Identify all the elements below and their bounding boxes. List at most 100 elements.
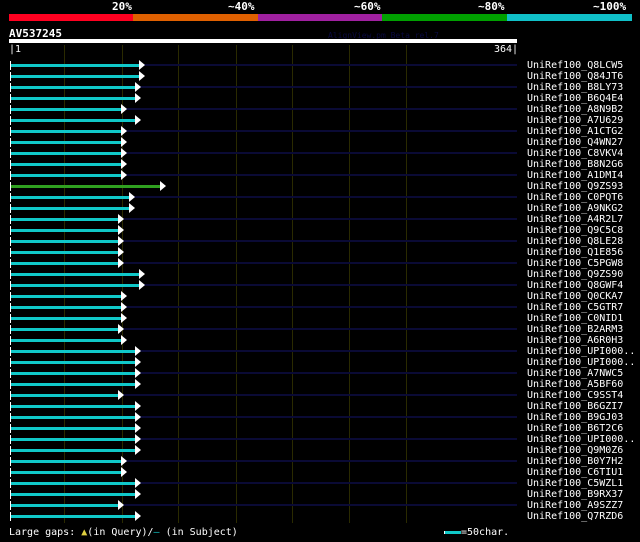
hit-label[interactable]: UniRef100_B2ARM3 xyxy=(527,324,623,335)
hit-bar[interactable] xyxy=(11,207,130,210)
hit-bar[interactable] xyxy=(11,174,121,177)
hit-label[interactable]: UniRef100_B8N2G6 xyxy=(527,159,623,170)
hit-row[interactable]: UniRef100_B8N2G6 xyxy=(0,159,640,170)
hit-bar[interactable] xyxy=(11,75,139,78)
hit-bar[interactable] xyxy=(11,130,121,133)
hit-label[interactable]: UniRef100_Q8LE28 xyxy=(527,236,623,247)
hit-row[interactable]: UniRef100_A9SZZ7 xyxy=(0,500,640,511)
hit-bar[interactable] xyxy=(11,449,135,452)
hit-label[interactable]: UniRef100_Q7RZD6 xyxy=(527,511,623,522)
hit-bar[interactable] xyxy=(11,119,135,122)
hit-bar[interactable] xyxy=(11,163,121,166)
hit-bar[interactable] xyxy=(11,383,135,386)
hit-label[interactable]: UniRef100_Q8LCW5 xyxy=(527,60,623,71)
hit-label[interactable]: UniRef100_A9SZZ7 xyxy=(527,500,623,511)
hit-label[interactable]: UniRef100_A7NWC5 xyxy=(527,368,623,379)
hit-row[interactable]: UniRef100_B2ARM3 xyxy=(0,324,640,335)
hit-row[interactable]: UniRef100_C5GTR7 xyxy=(0,302,640,313)
hit-bar[interactable] xyxy=(11,218,118,221)
hit-label[interactable]: UniRef100_B9RX37 xyxy=(527,489,623,500)
hit-bar[interactable] xyxy=(11,328,118,331)
hit-bar[interactable] xyxy=(11,317,121,320)
hit-label[interactable]: UniRef100_B8LY73 xyxy=(527,82,623,93)
hit-label[interactable]: UniRef100_C9SST4 xyxy=(527,390,623,401)
hit-row[interactable]: UniRef100_Q7RZD6 xyxy=(0,511,640,522)
hit-label[interactable]: UniRef100_Q9ZS90 xyxy=(527,269,623,280)
hit-label[interactable]: UniRef100_A1CTG2 xyxy=(527,126,623,137)
hit-bar[interactable] xyxy=(11,438,135,441)
hit-label[interactable]: UniRef100_A4R2L7 xyxy=(527,214,623,225)
hit-label[interactable]: UniRef100_Q9C5C8 xyxy=(527,225,623,236)
hit-row[interactable]: UniRef100_B0Y7H2 xyxy=(0,456,640,467)
hit-row[interactable]: UniRef100_C8VKV4 xyxy=(0,148,640,159)
hit-row[interactable]: UniRef100_Q84JT6 xyxy=(0,71,640,82)
hit-row[interactable]: UniRef100_B6GZI7 xyxy=(0,401,640,412)
hit-bar[interactable] xyxy=(11,372,135,375)
hit-bar[interactable] xyxy=(11,86,135,89)
hit-label[interactable]: UniRef100_A5BF60 xyxy=(527,379,623,390)
hit-label[interactable]: UniRef100_C5WZL1 xyxy=(527,478,623,489)
hit-label[interactable]: UniRef100_UPI000.. xyxy=(527,346,635,357)
hit-row[interactable]: UniRef100_B6Q4E4 xyxy=(0,93,640,104)
hit-row[interactable]: UniRef100_C0NID1 xyxy=(0,313,640,324)
hit-row[interactable]: UniRef100_A1CTG2 xyxy=(0,126,640,137)
hit-bar[interactable] xyxy=(11,196,130,199)
hit-bar[interactable] xyxy=(11,306,121,309)
hit-label[interactable]: UniRef100_A1DMI4 xyxy=(527,170,623,181)
hit-bar[interactable] xyxy=(11,240,118,243)
hit-bar[interactable] xyxy=(11,64,139,67)
hit-row[interactable]: UniRef100_Q0CKA7 xyxy=(0,291,640,302)
hit-bar[interactable] xyxy=(11,185,160,188)
hit-bar[interactable] xyxy=(11,339,121,342)
hit-row[interactable]: UniRef100_C5PGW8 xyxy=(0,258,640,269)
hit-row[interactable]: UniRef100_C0PQT6 xyxy=(0,192,640,203)
hit-label[interactable]: UniRef100_B6GZI7 xyxy=(527,401,623,412)
hit-label[interactable]: UniRef100_Q8GWF4 xyxy=(527,280,623,291)
hit-row[interactable]: UniRef100_A8N9B2 xyxy=(0,104,640,115)
hit-label[interactable]: UniRef100_C5PGW8 xyxy=(527,258,623,269)
hit-bar[interactable] xyxy=(11,361,135,364)
hit-bar[interactable] xyxy=(11,152,121,155)
hit-row[interactable]: UniRef100_Q1E856 xyxy=(0,247,640,258)
hit-row[interactable]: UniRef100_Q8LCW5 xyxy=(0,60,640,71)
hit-label[interactable]: UniRef100_Q0CKA7 xyxy=(527,291,623,302)
hit-row[interactable]: UniRef100_UPI000.. xyxy=(0,434,640,445)
hit-label[interactable]: UniRef100_A9NKG2 xyxy=(527,203,623,214)
hit-row[interactable]: UniRef100_Q9ZS90 xyxy=(0,269,640,280)
hit-bar[interactable] xyxy=(11,405,135,408)
hit-bar[interactable] xyxy=(11,504,118,507)
hit-label[interactable]: UniRef100_C5GTR7 xyxy=(527,302,623,313)
hit-bar[interactable] xyxy=(11,482,135,485)
hit-bar[interactable] xyxy=(11,141,121,144)
hit-label[interactable]: UniRef100_B6Q4E4 xyxy=(527,93,623,104)
hit-bar[interactable] xyxy=(11,350,135,353)
hit-row[interactable]: UniRef100_A4R2L7 xyxy=(0,214,640,225)
hit-bar[interactable] xyxy=(11,416,135,419)
hit-label[interactable]: UniRef100_C8VKV4 xyxy=(527,148,623,159)
hit-bar[interactable] xyxy=(11,295,121,298)
hit-bar[interactable] xyxy=(11,273,139,276)
hit-bar[interactable] xyxy=(11,262,118,265)
hit-bar[interactable] xyxy=(11,515,135,518)
hit-row[interactable]: UniRef100_A9NKG2 xyxy=(0,203,640,214)
hit-label[interactable]: UniRef100_A8N9B2 xyxy=(527,104,623,115)
hit-row[interactable]: UniRef100_Q8GWF4 xyxy=(0,280,640,291)
hit-bar[interactable] xyxy=(11,427,135,430)
hit-label[interactable]: UniRef100_B9GJ03 xyxy=(527,412,623,423)
hit-row[interactable]: UniRef100_A5BF60 xyxy=(0,379,640,390)
hit-row[interactable]: UniRef100_Q8LE28 xyxy=(0,236,640,247)
hit-row[interactable]: UniRef100_B8LY73 xyxy=(0,82,640,93)
hit-row[interactable]: UniRef100_A7U629 xyxy=(0,115,640,126)
hit-label[interactable]: UniRef100_C0NID1 xyxy=(527,313,623,324)
hit-bar[interactable] xyxy=(11,284,139,287)
hit-label[interactable]: UniRef100_C0PQT6 xyxy=(527,192,623,203)
hit-row[interactable]: UniRef100_A7NWC5 xyxy=(0,368,640,379)
hit-row[interactable]: UniRef100_UPI000.. xyxy=(0,357,640,368)
hit-label[interactable]: UniRef100_UPI000.. xyxy=(527,434,635,445)
hit-row[interactable]: UniRef100_UPI000.. xyxy=(0,346,640,357)
hit-row[interactable]: UniRef100_B6T2C6 xyxy=(0,423,640,434)
hit-bar[interactable] xyxy=(11,394,118,397)
hit-bar[interactable] xyxy=(11,108,121,111)
hit-bar[interactable] xyxy=(11,97,135,100)
hit-bar[interactable] xyxy=(11,251,118,254)
